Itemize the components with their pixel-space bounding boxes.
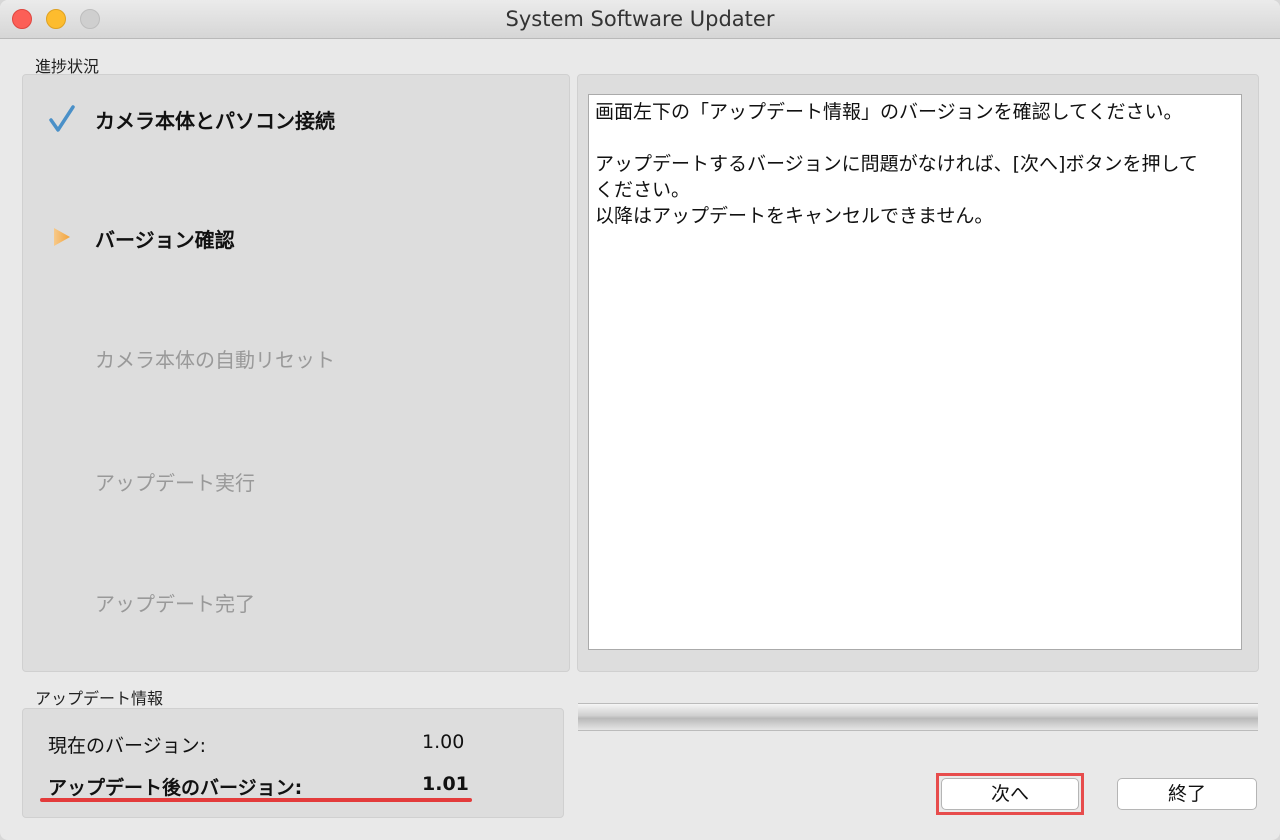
step-update-complete: アップデート完了 [95,592,255,616]
steps-panel [22,74,570,672]
updater-window: System Software Updater 進捗状況 カメラ本体とパソコン接… [0,0,1280,840]
current-version-label: 現在のバージョン: [48,735,207,757]
next-button[interactable]: 次へ [941,778,1079,810]
step-update-run: アップデート実行 [95,471,255,495]
checkmark-icon [49,105,75,132]
window-title: System Software Updater [505,7,775,31]
play-arrow-icon [54,228,70,246]
title-bar: System Software Updater [0,0,1280,39]
step-camera-auto-reset: カメラ本体の自動リセット [95,348,335,372]
annotation-underline [40,798,472,802]
after-version-value: 1.01 [422,773,469,795]
after-version-label: アップデート後のバージョン: [48,777,303,799]
update-progress-bar [578,703,1258,731]
message-text-area[interactable]: 画面左下の「アップデート情報」のバージョンを確認してください。 アップデートする… [588,94,1242,650]
step-camera-pc-connect: カメラ本体とパソコン接続 [95,109,335,133]
quit-button[interactable]: 終了 [1117,778,1257,810]
current-version-value: 1.00 [422,731,465,753]
update-info-label: アップデート情報 [35,689,164,708]
step-version-check: バージョン確認 [95,228,235,252]
